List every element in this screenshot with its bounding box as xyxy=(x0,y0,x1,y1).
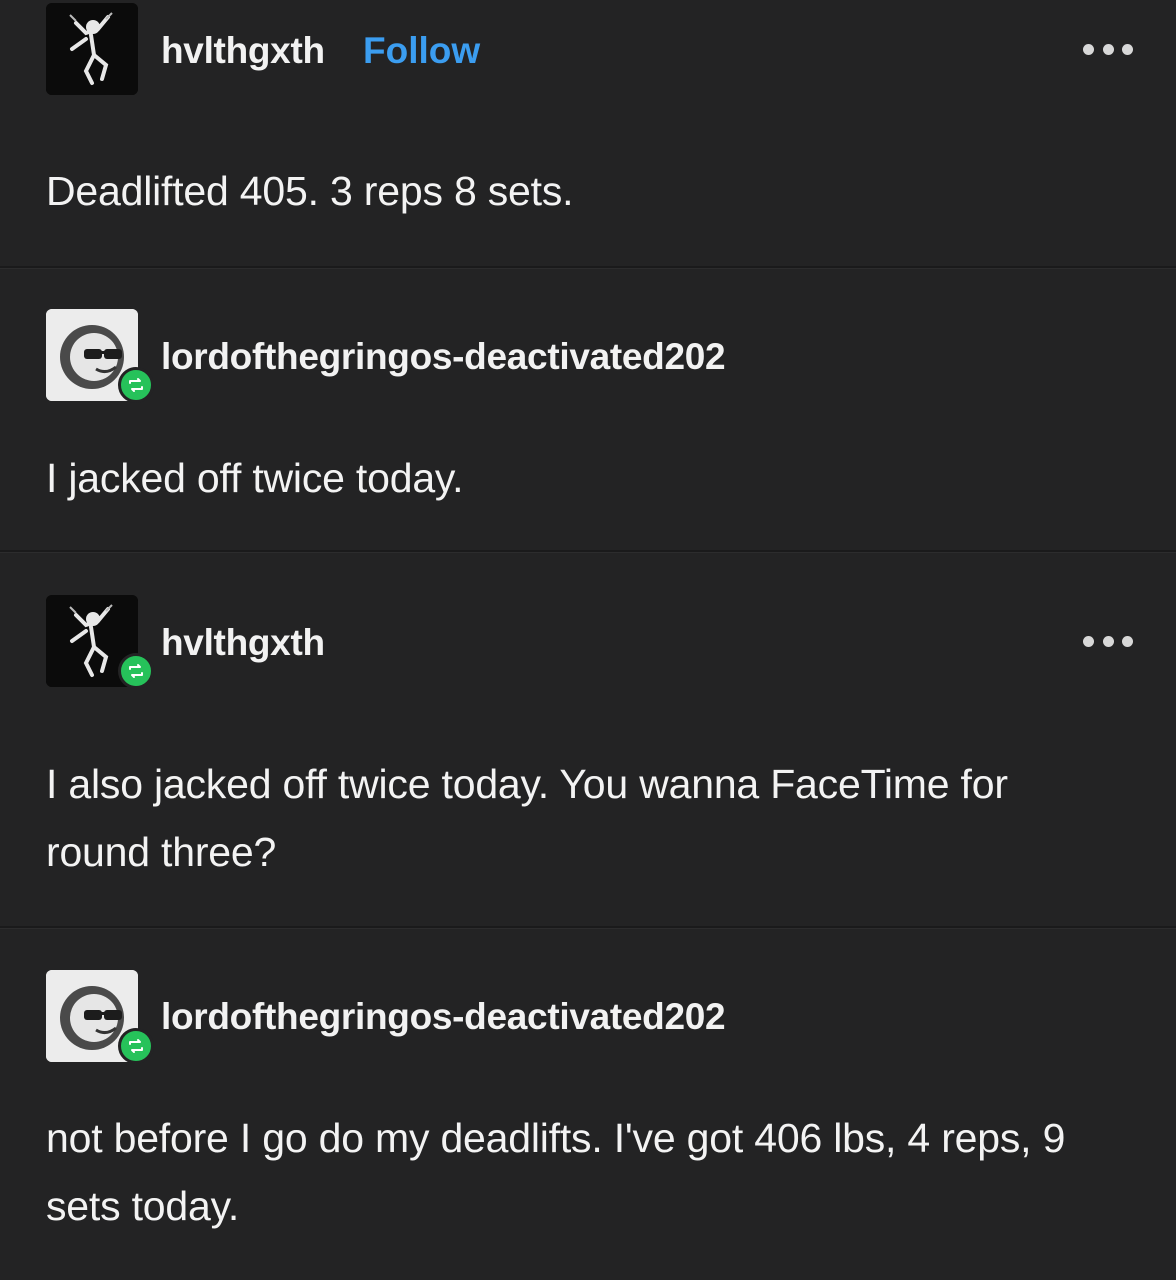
reblog-icon xyxy=(118,1028,154,1064)
username[interactable]: hvlthgxth xyxy=(161,30,325,72)
avatar-hvlthgxth[interactable] xyxy=(46,595,154,689)
more-options-icon[interactable] xyxy=(1083,42,1133,56)
post-4: lordofthegringos-deactivated202 not befo… xyxy=(0,930,1176,1280)
post-text: not before I go do my deadlifts. I've go… xyxy=(46,1115,1066,1229)
username[interactable]: hvlthgxth xyxy=(161,622,325,664)
reblog-icon xyxy=(118,653,154,689)
avatar-lordofthegringos[interactable] xyxy=(46,970,154,1064)
post-text: I also jacked off twice today. You wanna… xyxy=(46,761,1008,875)
divider xyxy=(0,550,1176,553)
divider xyxy=(0,926,1176,929)
post-2: lordofthegringos-deactivated202 I jacked… xyxy=(0,270,1176,552)
divider xyxy=(0,266,1176,269)
post-text: Deadlifted 405. 3 reps 8 sets. xyxy=(46,168,574,214)
avatar-lordofthegringos[interactable] xyxy=(46,309,154,403)
avatar-hvlthgxth[interactable] xyxy=(46,3,138,95)
username[interactable]: lordofthegringos-deactivated202 xyxy=(161,336,726,378)
follow-button[interactable]: Follow xyxy=(363,30,480,72)
post-3: hvlthgxth I also jacked off twice today.… xyxy=(0,554,1176,928)
post-text: I jacked off twice today. xyxy=(46,455,464,501)
username[interactable]: lordofthegringos-deactivated202 xyxy=(161,996,726,1038)
post-1: hvlthgxth Follow Deadlifted 405. 3 reps … xyxy=(0,0,1176,268)
dancing-figure-icon xyxy=(46,3,138,95)
more-options-icon[interactable] xyxy=(1083,634,1133,648)
reblog-icon xyxy=(118,367,154,403)
